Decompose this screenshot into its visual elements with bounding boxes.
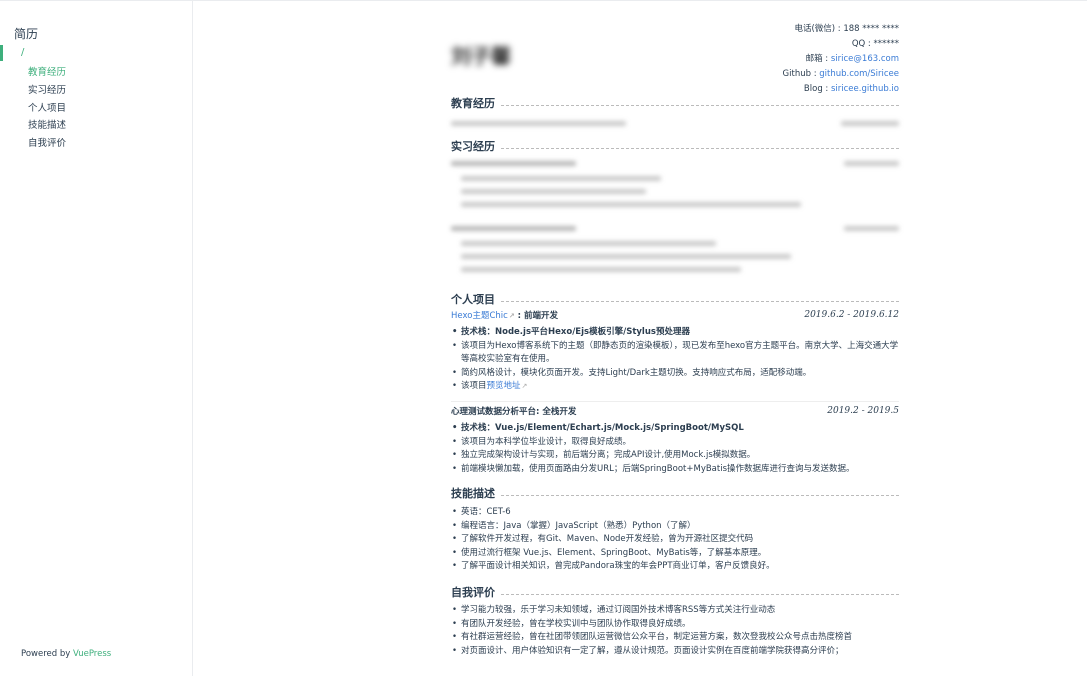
sidebar-title[interactable]: 简历 xyxy=(14,25,38,42)
list-item: 编程语言：Java（掌握）JavaScript（熟悉）Python（了解） xyxy=(451,520,899,534)
list-item: 了解软件开发过程，有Git、Maven、Node开发经验，曾为开源社区提交代码 xyxy=(451,533,899,547)
contact-phone: 电话(微信) : 188 **** **** xyxy=(783,22,899,37)
list-item: 前端模块懒加载，使用页面路由分发URL；后端SpringBoot+MyBatis… xyxy=(451,463,899,477)
contact-email: 邮箱 : sirice@163.com xyxy=(783,52,899,67)
education-section: 教育经历 xyxy=(451,96,899,130)
vuepress-link[interactable]: VuePress xyxy=(73,649,111,659)
contact-github: Github : github.com/Siricee xyxy=(783,67,899,82)
internship-section: 实习经历 xyxy=(451,139,899,272)
internship-content-blurred xyxy=(451,156,899,272)
github-link[interactable]: github.com/Siricee xyxy=(819,69,899,79)
project2-title: 心理测试数据分析平台: 全栈开发 xyxy=(451,406,577,417)
list-item: 英语：CET-6 xyxy=(451,506,899,520)
phone-label: 电话(微信) : xyxy=(794,24,844,34)
list-item: 技术栈：Node.js平台Hexo/Ejs模板引擎/Stylus预处理器 xyxy=(451,326,899,340)
internship-heading: 实习经历 xyxy=(451,139,899,153)
contact-info: 电话(微信) : 188 **** **** QQ : ****** 邮箱 : … xyxy=(783,22,899,97)
email-link[interactable]: sirice@163.com xyxy=(831,54,899,64)
divider xyxy=(451,400,899,402)
sidebar-sublist: 教育经历 实习经历 个人项目 技能描述 自我评价 xyxy=(28,64,66,153)
project1-role: : 前端开发 xyxy=(514,311,559,321)
project1-header: Hexo主题Chic↗ : 前端开发 2019.6.2 - 2019.6.12 xyxy=(451,308,899,322)
list-item: 有社群运营经验，曾在社团带领团队运营微信公众平台，制定运营方案，数次登我校公众号… xyxy=(451,631,899,645)
self-evaluation-section: 自我评价 学习能力较强，乐于学习未知领域，通过订阅国外技术博客RSS等方式关注行… xyxy=(451,585,899,658)
list-item: 简约风格设计，模块化页面开发。支持Light/Dark主题切换。支持响应式布局，… xyxy=(451,367,899,381)
list-item: 有团队开发经验，曾在学校实训中与团队协作取得良好成绩。 xyxy=(451,618,899,632)
powered-by: Powered by VuePress xyxy=(21,649,111,659)
project2-date: 2019.2 - 2019.5 xyxy=(827,405,899,416)
resume-content: 刘子馨 电话(微信) : 188 **** **** QQ : ****** 邮… xyxy=(451,0,899,676)
email-label: 邮箱 : xyxy=(805,54,831,64)
external-link-icon: ↗ xyxy=(521,382,528,391)
list-item-preview: 该项目预览地址↗ xyxy=(451,380,899,394)
projects-section: 个人项目 Hexo主题Chic↗ : 前端开发 2019.6.2 - 2019.… xyxy=(451,292,899,476)
sidebar-item-self-evaluation[interactable]: 自我评价 xyxy=(28,135,66,153)
education-row-blurred xyxy=(451,116,899,130)
projects-heading: 个人项目 xyxy=(451,292,899,306)
project1-link[interactable]: Hexo主题Chic xyxy=(451,311,508,321)
sidebar-item-education[interactable]: 教育经历 xyxy=(28,64,66,82)
education-heading: 教育经历 xyxy=(451,96,899,110)
qq-label: QQ : xyxy=(851,39,874,49)
resume-name-blurred: 刘子馨 xyxy=(451,44,511,68)
self-evaluation-list: 学习能力较强，乐于学习未知领域，通过订阅国外技术博客RSS等方式关注行业动态 有… xyxy=(451,604,899,658)
sidebar-item-root[interactable]: / xyxy=(0,45,193,61)
self-evaluation-heading: 自我评价 xyxy=(451,585,899,599)
list-item: 使用过流行框架 Vue.js、Element、SpringBoot、MyBati… xyxy=(451,547,899,561)
skills-heading: 技能描述 xyxy=(451,486,899,500)
phone-value: 188 **** **** xyxy=(843,24,899,34)
sidebar: 简历 / 教育经历 实习经历 个人项目 技能描述 自我评价 Powered by… xyxy=(0,1,193,676)
project2-bullets: 技术栈：Vue.js/Element/Echart.js/Mock.js/Spr… xyxy=(451,422,899,476)
list-item: 对页面设计、用户体验知识有一定了解，遵从设计规范。页面设计实例在百度前端学院获得… xyxy=(451,645,899,659)
project1-bullets: 技术栈：Node.js平台Hexo/Ejs模板引擎/Stylus预处理器 该项目… xyxy=(451,326,899,394)
sidebar-item-internship[interactable]: 实习经历 xyxy=(28,82,66,100)
list-item: 该项目为Hexo博客系统下的主题（即静态页的渲染模板），现已发布至hexo官方主… xyxy=(451,340,899,367)
list-item: 了解平面设计相关知识，曾完成Pandora珠宝的年会PPT商业订单，客户反馈良好… xyxy=(451,560,899,574)
project1-date: 2019.6.2 - 2019.6.12 xyxy=(804,310,899,320)
preview-link[interactable]: 预览地址 xyxy=(487,381,521,391)
sidebar-item-skills[interactable]: 技能描述 xyxy=(28,117,66,135)
contact-blog: Blog : siricee.github.io xyxy=(783,82,899,97)
github-label: Github : xyxy=(782,69,820,79)
skills-section: 技能描述 英语：CET-6 编程语言：Java（掌握）JavaScript（熟悉… xyxy=(451,486,899,574)
skills-list: 英语：CET-6 编程语言：Java（掌握）JavaScript（熟悉）Pyth… xyxy=(451,506,899,574)
preview-prefix: 该项目 xyxy=(461,381,487,392)
list-item: 该项目为本科学位毕业设计，取得良好成绩。 xyxy=(451,436,899,450)
sidebar-item-projects[interactable]: 个人项目 xyxy=(28,100,66,118)
list-item: 学习能力较强，乐于学习未知领域，通过订阅国外技术博客RSS等方式关注行业动态 xyxy=(451,604,899,618)
list-item: 独立完成架构设计与实现，前后端分离；完成API设计,使用Mock.js模拟数据。 xyxy=(451,449,899,463)
project1-title: Hexo主题Chic↗ : 前端开发 xyxy=(451,309,558,321)
project2-header: 心理测试数据分析平台: 全栈开发 2019.2 - 2019.5 xyxy=(451,404,899,418)
blog-label: Blog : xyxy=(803,84,831,94)
contact-qq: QQ : ****** xyxy=(783,37,899,52)
qq-value: ****** xyxy=(873,39,900,49)
list-item: 技术栈：Vue.js/Element/Echart.js/Mock.js/Spr… xyxy=(451,422,899,436)
powered-by-text: Powered by xyxy=(21,649,73,659)
blog-link[interactable]: siricee.github.io xyxy=(831,84,899,94)
